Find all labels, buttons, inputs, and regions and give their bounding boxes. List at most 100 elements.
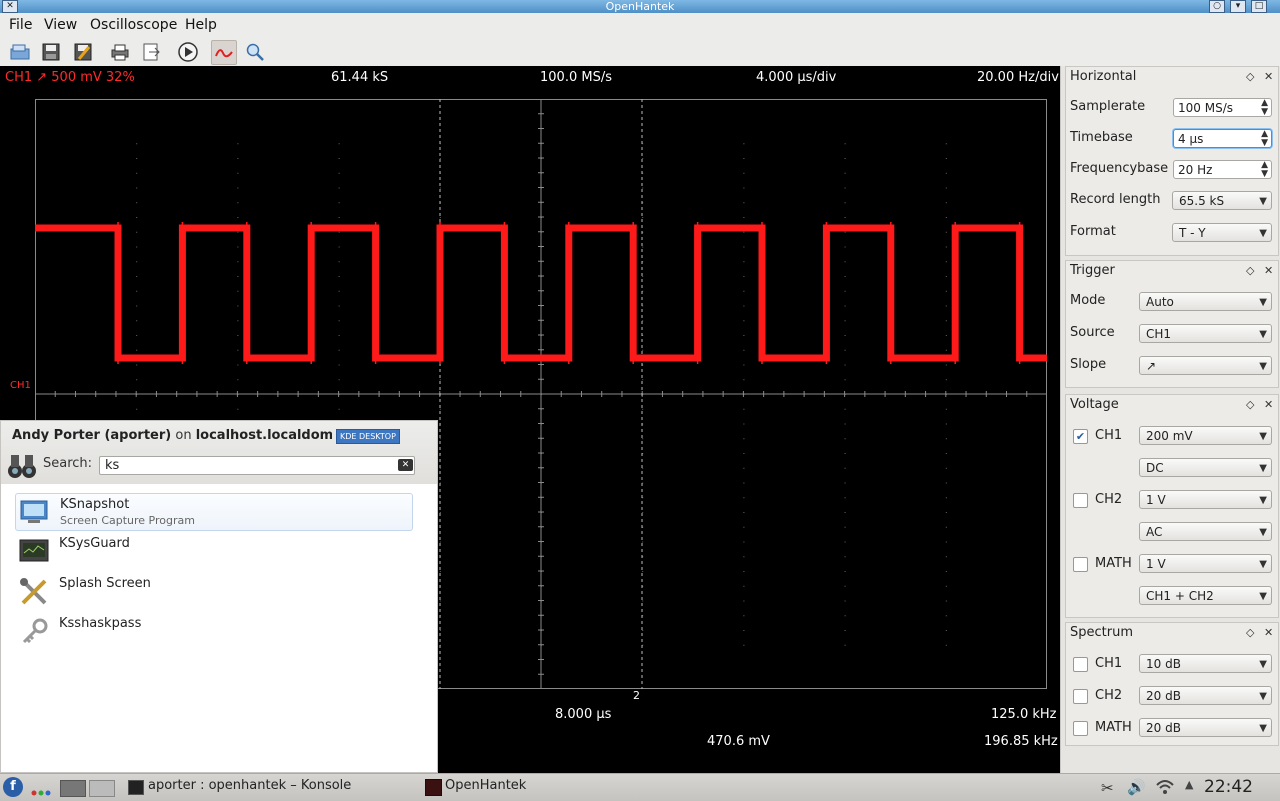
trigger-panel: Trigger ◇ ✕ Mode Auto ▼ Source CH1 ▼ Slope…: [1065, 260, 1279, 388]
spin-arrows-icon[interactable]: ▲ ▼: [1261, 99, 1268, 117]
result-splash-screen[interactable]: Splash Screen: [15, 573, 411, 609]
save-icon[interactable]: [39, 40, 63, 63]
float-icon[interactable]: ◇: [1246, 70, 1254, 83]
chevron-down-icon: ▼: [1259, 659, 1267, 670]
digital-phosphor-icon[interactable]: [211, 40, 237, 65]
tools-icon: [19, 577, 49, 605]
math-spectrum-label: MATH: [1095, 720, 1132, 735]
math-mode-select[interactable]: CH1 + CH2 ▼: [1139, 586, 1272, 605]
task-konsole[interactable]: aporter : openhantek – Konsole: [148, 778, 351, 793]
toolbar: [0, 37, 1280, 67]
slope-label: Slope: [1070, 357, 1107, 372]
ch2-spectrum-checkbox[interactable]: [1073, 689, 1088, 704]
activity-dots-icon[interactable]: [31, 785, 53, 800]
fedora-menu-icon[interactable]: f: [3, 777, 23, 797]
ch1-gain-select[interactable]: 200 mV ▼: [1139, 426, 1272, 445]
trigger-mode-select[interactable]: Auto ▼: [1139, 292, 1272, 311]
result-ksshaskpass[interactable]: Ksshaskpass: [15, 613, 411, 649]
menu-view[interactable]: View: [44, 17, 77, 33]
math-gain-select[interactable]: 1 V ▼: [1139, 554, 1272, 573]
format-select[interactable]: T - Y ▼: [1172, 223, 1272, 242]
start-stop-icon[interactable]: [176, 40, 200, 63]
task-openhantek[interactable]: OpenHantek: [445, 778, 526, 793]
result-name: Ksshaskpass: [59, 616, 142, 631]
desktop-2-pager[interactable]: [89, 780, 115, 797]
spectrum-panel: Spectrum ◇ ✕ CH1 10 dB ▼ CH2 20 dB ▼ MATH …: [1065, 622, 1279, 746]
clear-search-icon[interactable]: ✕: [398, 459, 413, 471]
float-icon[interactable]: ◇: [1246, 398, 1254, 411]
close-icon[interactable]: ✕: [2, 0, 18, 13]
spin-arrows-icon[interactable]: ▲ ▼: [1261, 161, 1268, 179]
maximize-icon[interactable]: □: [1251, 0, 1267, 13]
menu-oscilloscope[interactable]: Oscilloscope: [90, 17, 177, 33]
trigger-source-select[interactable]: CH1 ▼: [1139, 324, 1272, 343]
title-bar[interactable]: ✕ OpenHantek ○ ▾ □: [0, 0, 1280, 13]
zoom-icon[interactable]: [243, 40, 267, 63]
minimize-icon[interactable]: ▾: [1230, 0, 1246, 13]
chevron-down-icon: ▼: [1259, 463, 1267, 474]
ch1-coupling-select[interactable]: DC ▼: [1139, 458, 1272, 477]
ch2-spectrum-select[interactable]: 20 dB ▼: [1139, 686, 1272, 705]
restore-icon[interactable]: ○: [1209, 0, 1225, 13]
search-input[interactable]: ks ✕: [99, 456, 415, 475]
timebase-spinbox[interactable]: 4 µs ▲ ▼: [1173, 129, 1272, 148]
open-icon[interactable]: [8, 40, 32, 63]
ch1-offset-marker[interactable]: CH1: [10, 380, 31, 391]
result-ksnapshot[interactable]: KSnapshot Screen Capture Program: [15, 493, 413, 531]
volume-icon[interactable]: 🔊: [1127, 778, 1146, 796]
spectrum-title: Spectrum: [1070, 625, 1133, 640]
math-spectrum-checkbox[interactable]: [1073, 721, 1088, 736]
menu-help[interactable]: Help: [185, 17, 217, 33]
measure-amplitude: 470.6 mV: [707, 734, 770, 749]
ch2-spectrum-label: CH2: [1095, 688, 1123, 703]
samplerate-spinbox[interactable]: 100 MS/s ▲ ▼: [1173, 98, 1272, 117]
ch2-voltage-label: CH2: [1095, 492, 1123, 507]
wifi-icon[interactable]: [1155, 778, 1175, 800]
trigger-slope-select[interactable]: ↗ ▼: [1139, 356, 1272, 375]
close-icon[interactable]: ✕: [1264, 398, 1273, 411]
measure-freq2: 196.85 kHz: [984, 734, 1058, 749]
search-value: ks: [105, 458, 120, 473]
ch2-gain-select[interactable]: 1 V ▼: [1139, 490, 1272, 509]
kde-launcher[interactable]: Andy Porter (aporter) on localhost.local…: [0, 420, 438, 773]
launcher-user-line: Andy Porter (aporter) on localhost.local…: [12, 428, 332, 443]
sample-count: 61.44 kS: [331, 70, 389, 85]
result-ksysguard[interactable]: KSysGuard: [15, 533, 411, 569]
ch1-spectrum-checkbox[interactable]: [1073, 657, 1088, 672]
trigger-title: Trigger: [1070, 263, 1115, 278]
clock[interactable]: 22:42: [1204, 777, 1253, 797]
float-icon[interactable]: ◇: [1246, 626, 1254, 639]
ch2-coupling-select[interactable]: AC ▼: [1139, 522, 1272, 541]
chevron-down-icon: ▼: [1259, 228, 1267, 239]
print-icon[interactable]: [108, 40, 132, 63]
chevron-down-icon: ▼: [1259, 361, 1267, 372]
launcher-header: Andy Porter (aporter) on localhost.local…: [1, 421, 437, 484]
close-icon[interactable]: ✕: [1264, 626, 1273, 639]
ch1-voltage-checkbox[interactable]: ✔: [1073, 429, 1088, 444]
desktop-1-pager[interactable]: [60, 780, 86, 797]
openhantek-icon: [425, 779, 442, 796]
chevron-down-icon: ▼: [1259, 723, 1267, 734]
voltage-panel: Voltage ◇ ✕ ✔ CH1 200 mV ▼ DC ▼ CH2 1 V ▼ A…: [1065, 394, 1279, 618]
menu-file[interactable]: File: [9, 17, 32, 33]
math-voltage-checkbox[interactable]: [1073, 557, 1088, 572]
close-icon[interactable]: ✕: [1264, 264, 1273, 277]
record-length-select[interactable]: 65.5 kS ▼: [1172, 191, 1272, 210]
ch1-spectrum-select[interactable]: 10 dB ▼: [1139, 654, 1272, 673]
tray-expand-icon[interactable]: ▲: [1185, 778, 1193, 791]
chevron-down-icon: ▼: [1259, 431, 1267, 442]
math-spectrum-select[interactable]: 20 dB ▼: [1139, 718, 1272, 737]
float-icon[interactable]: ◇: [1246, 264, 1254, 277]
klipper-icon[interactable]: ✂: [1101, 779, 1114, 797]
export-icon[interactable]: [139, 40, 163, 63]
binoculars-icon: [6, 451, 38, 481]
ch2-voltage-checkbox[interactable]: [1073, 493, 1088, 508]
frequencybase-spinbox[interactable]: 20 Hz ▲ ▼: [1173, 160, 1272, 179]
horizontal-panel: Horizontal ◇ ✕ Samplerate 100 MS/s ▲ ▼ Tim…: [1065, 66, 1279, 256]
close-icon[interactable]: ✕: [1264, 70, 1273, 83]
timebase-label: Timebase: [1070, 130, 1133, 145]
save-as-icon[interactable]: [71, 40, 95, 63]
spin-arrows-icon[interactable]: ▲ ▼: [1261, 130, 1268, 148]
marker-2[interactable]: 2: [633, 689, 640, 702]
ch1-spectrum-label: CH1: [1095, 656, 1123, 671]
